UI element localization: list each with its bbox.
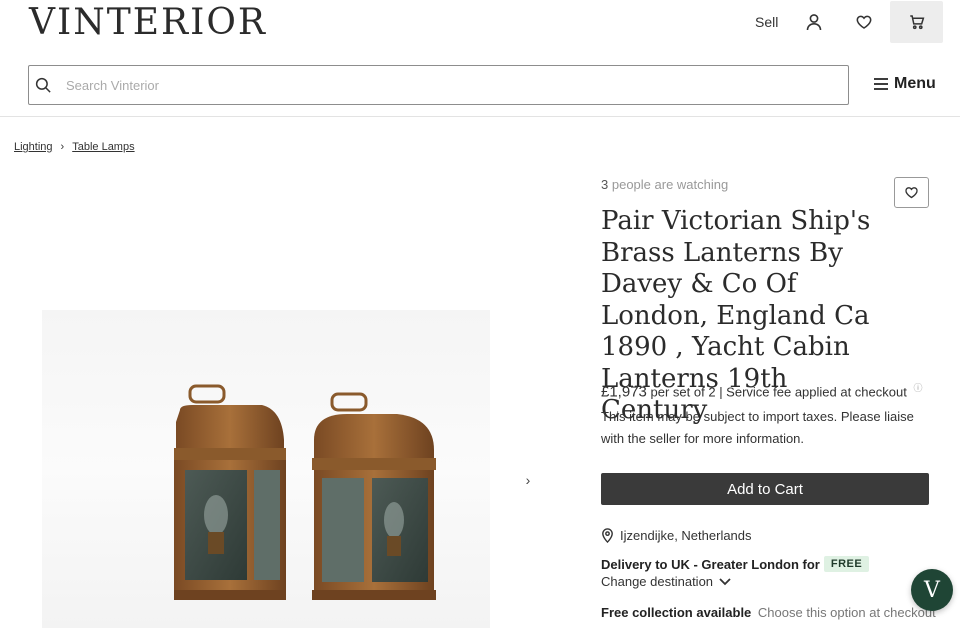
search-icon	[35, 77, 51, 93]
account-button[interactable]	[802, 10, 826, 34]
collection-label: Free collection available	[601, 605, 752, 620]
tax-note: This item may be subject to import taxes…	[601, 409, 914, 446]
sell-link[interactable]: Sell	[755, 14, 778, 30]
watching-text: people are watching	[611, 177, 729, 192]
breadcrumb-lighting[interactable]: Lighting	[14, 141, 53, 153]
person-icon	[806, 14, 822, 31]
watching-number: 3	[601, 177, 609, 192]
search-bar-row: Menu	[0, 60, 960, 117]
change-destination-link[interactable]: Change destination	[601, 574, 731, 589]
favourites-button[interactable]	[852, 10, 876, 34]
lanterns-illustration	[174, 384, 436, 600]
free-badge: FREE	[823, 556, 870, 572]
cart-button[interactable]	[890, 1, 943, 43]
location-pin-icon	[602, 528, 613, 543]
seller-location: Ijzendijke, Netherlands	[601, 528, 752, 543]
heart-icon	[856, 15, 872, 29]
gallery-next-icon[interactable]: ›	[521, 472, 535, 488]
search-input[interactable]	[66, 77, 766, 93]
price-suffix: per set of 2	[650, 384, 716, 400]
top-bar: VINTERIOR Sell	[0, 0, 960, 60]
product-gallery: ‹	[0, 170, 575, 628]
price-row: £1,973 per set of 2 | Service fee applie…	[601, 381, 922, 400]
product-image[interactable]	[42, 310, 490, 628]
menu-button[interactable]: Menu	[874, 75, 936, 93]
collection-info: Free collection available Choose this op…	[601, 605, 936, 620]
favourite-button[interactable]	[894, 177, 929, 208]
breadcrumb: Lighting › Table Lamps	[14, 141, 135, 153]
heart-icon	[905, 187, 918, 199]
info-icon[interactable]: ⓘ	[913, 383, 922, 393]
location-text: Ijzendijke, Netherlands	[620, 528, 752, 543]
site-logo[interactable]: VINTERIOR	[29, 2, 267, 43]
delivery-label: Delivery to UK - Greater London for	[601, 556, 820, 572]
price: £1,973	[601, 383, 647, 401]
chat-button[interactable]: V	[911, 569, 953, 611]
service-fee-note: | Service fee applied at checkout	[719, 384, 907, 400]
chevron-down-icon	[719, 577, 731, 585]
add-to-cart-button[interactable]: Add to Cart	[601, 473, 929, 505]
search-box[interactable]	[28, 65, 849, 105]
change-destination-label: Change destination	[601, 574, 714, 589]
menu-label: Menu	[894, 75, 936, 92]
cart-icon	[909, 15, 924, 30]
watching-count: 3 people are watching	[601, 177, 728, 192]
breadcrumb-table-lamps[interactable]: Table Lamps	[72, 141, 134, 153]
hamburger-icon	[874, 78, 888, 90]
collection-note: Choose this option at checkout	[757, 605, 936, 620]
delivery-info: Delivery to UK - Greater London for FREE	[601, 556, 870, 572]
chevron-right-icon: ›	[60, 141, 65, 153]
